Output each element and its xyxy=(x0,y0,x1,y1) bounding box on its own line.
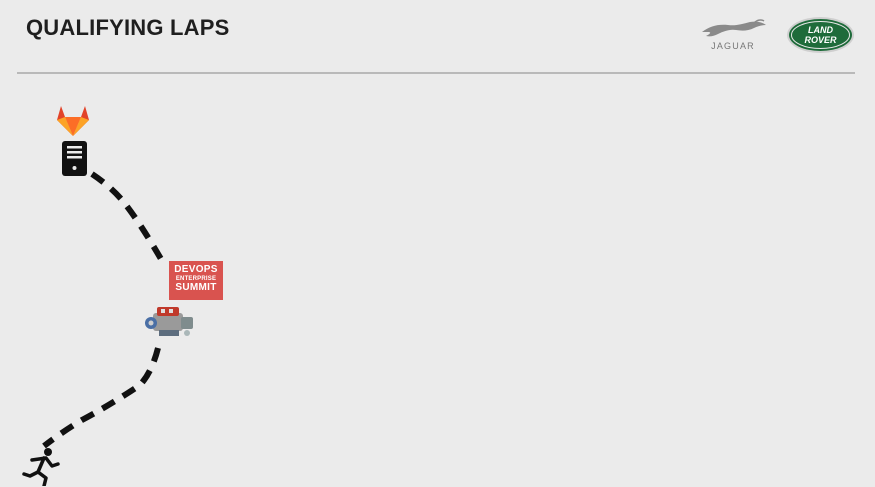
badge-line-1: DEVOPS xyxy=(174,264,218,275)
gitlab-fox-icon xyxy=(57,106,89,136)
slide: QUALIFYING LAPS JAGUAR LAND ROVER DEVOPS… xyxy=(0,0,875,487)
server-icon xyxy=(62,141,87,176)
badge-line-3: SUMMIT xyxy=(175,282,217,293)
route-segment-upper xyxy=(90,171,168,268)
route-segment-lower xyxy=(42,347,161,449)
route-path xyxy=(42,171,168,449)
devops-summit-badge: DEVOPS ENTERPRISE SUMMIT xyxy=(169,261,223,300)
runner-icon xyxy=(22,448,60,486)
engine-icon xyxy=(145,307,193,336)
